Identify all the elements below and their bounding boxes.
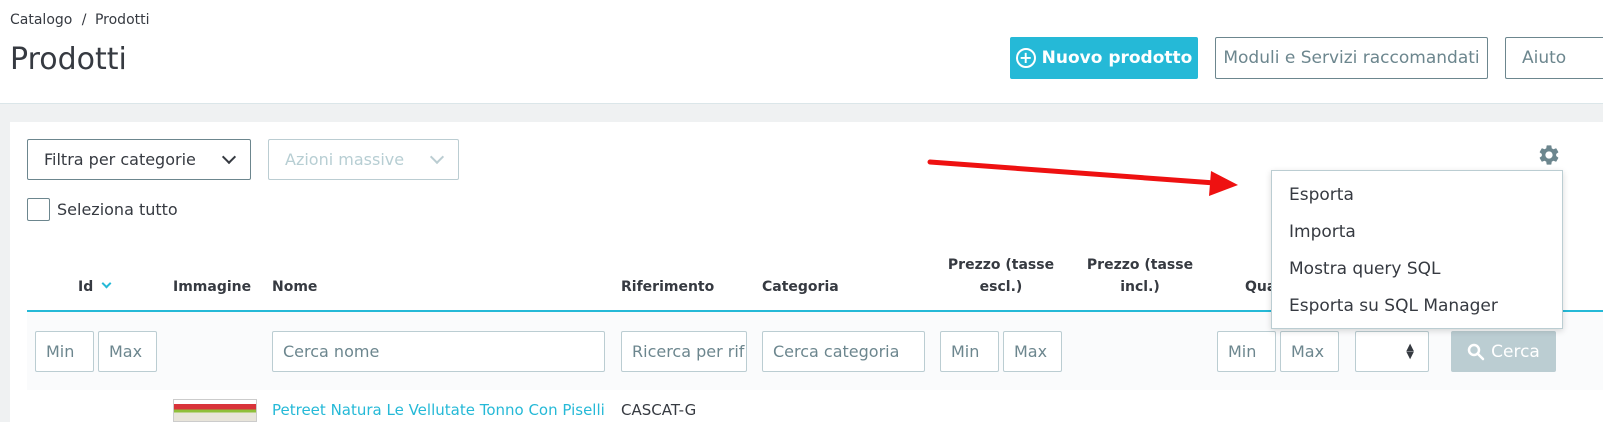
column-header-image: Immagine [173,279,252,295]
menu-item-import[interactable]: Importa [1289,222,1356,242]
recommended-modules-label: Moduli e Servizi raccomandati [1223,48,1480,68]
help-label: Aiuto [1522,48,1567,68]
quantity-max-input[interactable] [1280,331,1339,372]
page-title: Prodotti [10,42,127,77]
new-product-button[interactable]: + Nuovo prodotto [1010,37,1198,79]
price-excl-line2: escl.) [979,279,1023,295]
price-incl-line2: incl.) [1120,279,1160,295]
gear-icon[interactable] [1537,143,1561,167]
price-incl-line1: Prezzo (tasse [1086,257,1194,273]
annotation-arrow [927,159,1238,196]
column-header-reference[interactable]: Riferimento [621,276,714,298]
category-filter-dropdown[interactable]: Filtra per categorie [27,139,251,180]
price-excl-line1: Prezzo (tasse [947,257,1055,273]
bulk-actions-dropdown[interactable]: Azioni massive [268,139,459,180]
new-product-label: Nuovo prodotto [1041,48,1193,68]
breadcrumb-current: Prodotti [94,12,150,28]
recommended-modules-button[interactable]: Moduli e Servizi raccomandati [1215,37,1488,79]
column-header-id[interactable]: Id [78,276,112,298]
category-search-input[interactable] [762,331,925,372]
search-icon [1467,343,1485,360]
search-button-label: Cerca [1491,341,1540,362]
menu-item-show-sql[interactable]: Mostra query SQL [1289,259,1441,279]
search-button[interactable]: Cerca [1451,331,1556,372]
select-all-checkbox[interactable] [27,198,50,221]
id-min-input[interactable] [35,331,94,372]
menu-item-export[interactable]: Esporta [1289,185,1354,205]
column-header-price-excl[interactable]: Prezzo (tasse escl.) [944,254,1058,298]
column-header-price-incl[interactable]: Prezzo (tasse incl.) [1083,254,1197,298]
product-reference: CASCAT-G [621,401,697,419]
sort-arrows-icon: ▲ ▼ [1406,342,1414,361]
bulk-actions-label: Azioni massive [285,150,405,169]
column-header-category[interactable]: Categoria [762,276,839,298]
sort-desc-icon[interactable] [101,278,112,289]
reference-search-input[interactable] [621,331,747,372]
chevron-down-icon [221,149,237,165]
breadcrumb-separator: / [81,12,87,28]
id-max-input[interactable] [98,331,157,372]
settings-dropdown-menu: Esporta Importa Mostra query SQL Esporta… [1271,170,1563,329]
column-header-name[interactable]: Nome [272,276,317,298]
name-search-input[interactable] [272,331,605,372]
category-filter-label: Filtra per categorie [44,150,196,169]
product-thumbnail[interactable] [173,399,257,422]
select-all-label[interactable]: Seleziona tutto [57,200,178,219]
price-excl-max-input[interactable] [1003,331,1062,372]
help-button[interactable]: Aiuto [1505,37,1603,79]
menu-item-export-sql-manager[interactable]: Esporta su SQL Manager [1289,296,1498,316]
quantity-min-input[interactable] [1217,331,1276,372]
breadcrumb-catalog-link[interactable]: Catalogo [10,12,72,28]
price-excl-min-input[interactable] [940,331,999,372]
product-name-link[interactable]: Petreet Natura Le Vellutate Tonno Con Pi… [272,401,607,419]
status-select[interactable]: ▲ ▼ [1355,331,1429,372]
breadcrumb: Catalogo / Prodotti [10,12,150,28]
page-header: Catalogo / Prodotti Prodotti + Nuovo pro… [0,0,1603,104]
column-id-label: Id [78,279,94,295]
plus-circle-icon: + [1015,48,1036,68]
chevron-down-icon [429,149,445,165]
